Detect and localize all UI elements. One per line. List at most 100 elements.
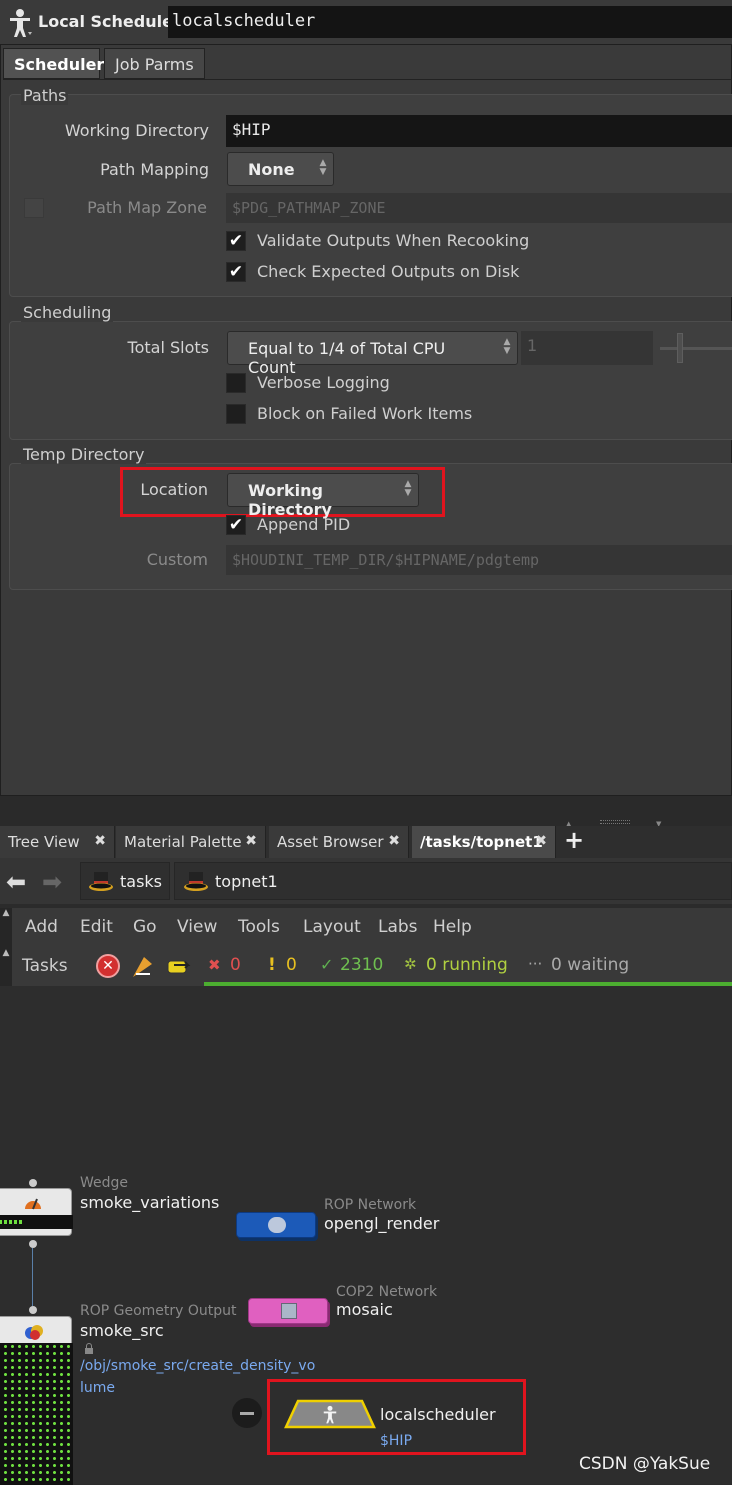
location-label: Location: [140, 480, 208, 499]
local-scheduler-node[interactable]: [284, 1399, 376, 1429]
failed-count: 0: [230, 955, 241, 975]
tasks-label: Tasks: [22, 956, 68, 976]
tab-scheduler[interactable]: Scheduler: [3, 48, 104, 79]
check-expected-outputs-label: Check Expected Outputs on Disk: [257, 262, 520, 281]
tab-underline: [3, 79, 732, 80]
path-mapping-menu[interactable]: None ▲ ▼: [227, 152, 334, 186]
rop-network-node[interactable]: [236, 1212, 316, 1238]
cop2-network-icon: [281, 1303, 297, 1319]
temp-directory-group-title: Temp Directory: [21, 445, 147, 464]
rop-geometry-task-grid: [0, 1343, 73, 1485]
collapse-arrow-icon[interactable]: ▲: [0, 948, 12, 986]
cop2-network-name-label: mosaic: [336, 1300, 393, 1319]
block-failed-checkbox[interactable]: [226, 404, 246, 424]
rop-geometry-path-line2: lume: [80, 1380, 116, 1396]
slots-slider-handle[interactable]: [677, 333, 683, 363]
menu-layout[interactable]: Layout: [303, 917, 361, 937]
slots-number-value: 1: [527, 336, 538, 355]
wedge-output-dot[interactable]: [29, 1240, 37, 1248]
total-slots-menu[interactable]: Equal to 1/4 of Total CPU Count ▲ ▼: [227, 331, 518, 377]
scheduling-group-title: Scheduling: [21, 303, 114, 322]
menu-labs[interactable]: Labs: [378, 917, 418, 937]
validate-outputs-label: Validate Outputs When Recooking: [257, 231, 530, 250]
node-name-field[interactable]: localscheduler: [168, 6, 732, 38]
divider-grip: [600, 820, 630, 824]
warning-count: 0: [286, 955, 297, 975]
rop-geometry-node[interactable]: [0, 1316, 73, 1485]
append-pid-checkbox[interactable]: ✔: [226, 515, 246, 535]
menu-go[interactable]: Go: [133, 917, 157, 937]
local-scheduler-sub-label: $HIP: [380, 1433, 413, 1449]
tab-asset-browser[interactable]: Asset Browser ✖: [269, 826, 409, 858]
close-icon[interactable]: ✖: [535, 833, 547, 849]
wedge-name-label: smoke_variations: [80, 1193, 220, 1212]
collapse-arrow-icon[interactable]: ▲: [0, 908, 12, 948]
warning-icon: !: [268, 955, 276, 975]
check-expected-outputs-checkbox[interactable]: ✔: [226, 262, 246, 282]
cook-selected-icon[interactable]: [166, 954, 192, 980]
tab-material-palette[interactable]: Material Palette ✖: [116, 826, 266, 858]
add-tab-icon[interactable]: +: [564, 826, 584, 854]
cop2-network-node[interactable]: [248, 1298, 328, 1324]
path-map-zone-toggle[interactable]: [24, 198, 44, 218]
back-arrow-icon[interactable]: ⬅: [6, 868, 26, 896]
menu-help[interactable]: Help: [433, 917, 472, 937]
tab-label: Asset Browser: [277, 833, 384, 851]
path-mapping-value: None: [248, 160, 295, 179]
forward-arrow-icon[interactable]: ➡: [42, 868, 62, 896]
lock-icon: [84, 1340, 94, 1354]
scheduler-node-icon: [320, 1404, 340, 1424]
location-menu[interactable]: Working Directory ▲ ▼: [227, 473, 419, 519]
done-count: 2310: [340, 955, 384, 975]
menu-tools[interactable]: Tools: [238, 917, 280, 937]
tab-tree-view[interactable]: Tree View ✖: [0, 826, 115, 858]
node-type-title: Local Scheduler: [38, 12, 181, 31]
close-icon[interactable]: ✖: [388, 833, 400, 849]
minus-icon: [240, 1412, 254, 1415]
cook-output-icon[interactable]: [130, 954, 156, 980]
close-icon[interactable]: ✖: [94, 833, 106, 849]
tab-topnet1[interactable]: /tasks/topnet1 ✖: [412, 826, 556, 858]
working-directory-input[interactable]: $HIP: [226, 115, 732, 147]
working-directory-label: Working Directory: [64, 121, 209, 140]
breadcrumb-tasks[interactable]: tasks: [80, 862, 170, 900]
custom-input[interactable]: $HOUDINI_TEMP_DIR/$HIPNAME/pdgtemp: [226, 545, 732, 575]
tab-label: Material Palette: [124, 833, 242, 851]
tab-label: Tree View: [8, 833, 80, 851]
tab-job-parms[interactable]: Job Parms: [104, 48, 205, 79]
close-icon[interactable]: ✖: [245, 833, 257, 849]
waiting-count: 0 waiting: [551, 955, 630, 975]
rop-geo-input-dot[interactable]: [29, 1306, 37, 1314]
breadcrumb-tasks-label: tasks: [120, 872, 163, 891]
working-directory-value: $HIP: [232, 120, 271, 139]
append-pid-label: Append PID: [257, 515, 351, 534]
slots-slider-track[interactable]: [660, 347, 732, 350]
updown-arrow-icon: ▲ ▼: [404, 479, 412, 498]
cancel-cook-icon[interactable]: ✕: [96, 954, 120, 978]
breadcrumb-topnet1[interactable]: topnet1: [174, 862, 732, 900]
validate-outputs-checkbox[interactable]: ✔: [226, 231, 246, 251]
custom-label: Custom: [146, 550, 208, 569]
paths-group-title: Paths: [21, 86, 69, 105]
scheduler-icon[interactable]: [6, 6, 34, 38]
menu-view[interactable]: View: [177, 917, 217, 937]
rop-network-name-label: opengl_render: [324, 1214, 440, 1233]
pane-divider[interactable]: ▲ ▼: [0, 796, 732, 828]
verbose-logging-checkbox[interactable]: [226, 373, 246, 393]
slots-number-input[interactable]: 1: [521, 331, 653, 365]
collapse-button[interactable]: [232, 1398, 262, 1428]
running-count: 0 running: [426, 955, 508, 975]
wire: [32, 1248, 33, 1306]
watermark: CSDN @YakSue: [579, 1454, 711, 1474]
total-slots-label: Total Slots: [127, 338, 209, 357]
cop2-network-type-label: COP2 Network: [336, 1284, 438, 1300]
wedge-node[interactable]: [0, 1188, 73, 1236]
menu-edit[interactable]: Edit: [80, 917, 113, 937]
updown-arrow-icon: ▲ ▼: [319, 158, 327, 177]
menu-add[interactable]: Add: [25, 917, 58, 937]
path-map-zone-input[interactable]: $PDG_PATHMAP_ZONE: [226, 193, 732, 223]
parameter-header: Local Scheduler localscheduler: [0, 0, 732, 44]
wedge-input-dot[interactable]: [29, 1179, 37, 1187]
wedge-task-dots: [0, 1220, 23, 1224]
rop-geometry-name-label: smoke_src: [80, 1321, 164, 1340]
